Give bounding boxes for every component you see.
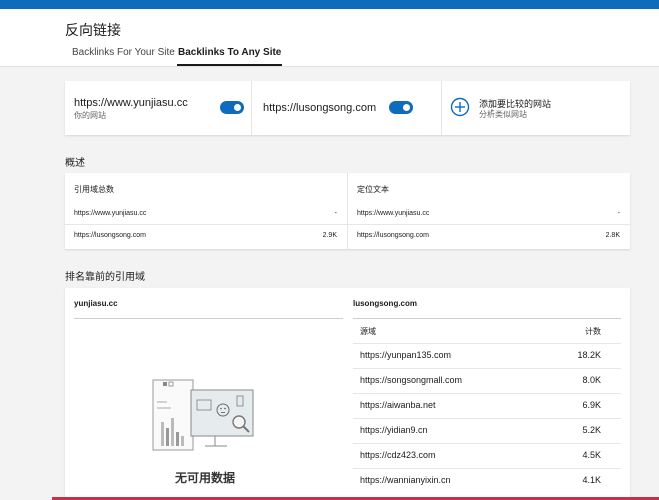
table-row-count: 4.5K [582,450,601,460]
divider [353,393,621,394]
primary-site-toggle[interactable] [220,101,244,114]
page-header: 反向链接 Backlinks For Your Site Backlinks T… [0,9,659,67]
left-domain-name: yunjiasu.cc [74,299,118,308]
add-site-sublabel: 分析类似网站 [479,110,527,119]
add-circle-icon[interactable] [450,97,470,117]
primary-site-sublabel: 你的网站 [74,111,106,120]
divider [348,224,630,225]
overview-title: 概述 [65,158,85,169]
right-domain-name: lusongsong.com [353,299,417,308]
column-header-count: 计数 [585,327,601,336]
divider [65,224,347,225]
site-comparison-card: https://www.yunjiasu.cc 你的网站 https://lus… [65,81,630,135]
overview-card: 引用域总数 https://www.yunjiasu.cc - https://… [65,173,630,249]
divider [347,173,348,249]
referring-domains-title: 引用域总数 [74,185,114,194]
table-row-source[interactable]: https://aiwanba.net [360,400,436,410]
divider [353,468,621,469]
divider [353,343,621,344]
divider [353,368,621,369]
ov-rd-value: - [334,210,337,217]
divider [441,81,442,135]
table-row-source[interactable]: https://yunpan135.com [360,350,451,360]
empty-state-text: 无可用数据 [175,471,236,485]
top-domains-title: 排名靠前的引用域 [65,272,145,283]
top-domains-card: yunjiasu.cc 无可用数据 lusongsong.com 源域 计数 h… [65,288,630,500]
ov-rd-site: https://www.yunjiasu.cc [74,210,147,217]
ov-at-value: 2.8K [605,232,620,239]
anchor-text-title: 定位文本 [357,185,389,194]
table-row-source[interactable]: https://cdz423.com [360,450,436,460]
ov-rd-site: https://lusongsong.com [74,232,146,239]
ov-at-value: - [617,210,620,217]
divider [353,318,621,319]
table-row-source[interactable]: https://songsongmall.com [360,375,462,385]
ov-rd-value: 2.9K [322,232,337,239]
divider [353,443,621,444]
ov-at-site: https://www.yunjiasu.cc [357,210,430,217]
page-title: 反向链接 [65,22,121,38]
column-header-source: 源域 [360,327,376,336]
table-row-count: 18.2K [577,350,601,360]
divider [74,318,343,319]
divider [251,81,252,135]
table-row-count: 8.0K [582,375,601,385]
ov-at-site: https://lusongsong.com [357,232,429,239]
table-row-source[interactable]: https://yidian9.cn [360,425,428,435]
competitor-site-url: https://lusongsong.com [263,102,377,114]
competitor-site-toggle[interactable] [389,101,413,114]
tab-backlinks-to-any-site[interactable]: Backlinks To Any Site [176,47,283,66]
top-accent-bar [0,0,659,9]
empty-state-illustration [152,379,254,451]
table-row-count: 5.2K [582,425,601,435]
divider [353,418,621,419]
table-row-source[interactable]: https://wannianyixin.cn [360,475,451,485]
table-row-count: 4.1K [582,475,601,485]
tab-backlinks-for-your-site[interactable]: Backlinks For Your Site [72,47,175,65]
primary-site-url: https://www.yunjiasu.cc [74,97,188,109]
table-row-count: 6.9K [582,400,601,410]
